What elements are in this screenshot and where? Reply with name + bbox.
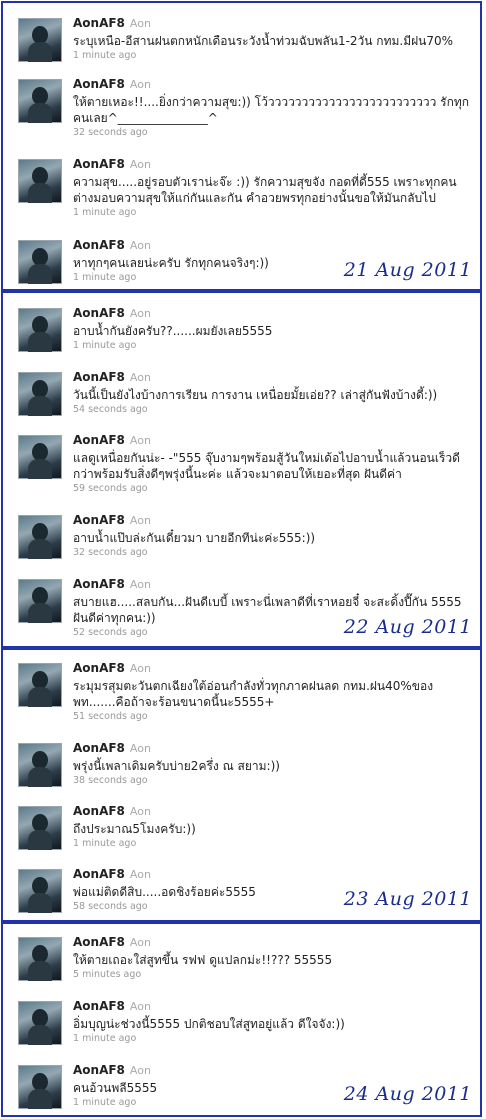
- user-handle: Aon: [129, 307, 151, 320]
- panel-24-aug: AonAF8 Aon ให้ตายเถอะใส่สูทขึ้น รฟฟ ดูแปล…: [1, 922, 482, 1117]
- tweet-text: ความสุข.....อยู่รอบตัวเราน่ะจ๊ะ :)) รักค…: [73, 175, 457, 205]
- tweet-text: ให้ตายเถอะใส่สูทขึ้น รฟฟ ดูแปลกม่ะ!!??? …: [73, 953, 333, 967]
- tweet-time[interactable]: 1 minute ago: [73, 339, 473, 352]
- user-handle: Aon: [129, 742, 151, 755]
- avatar[interactable]: [18, 372, 62, 416]
- user-name[interactable]: AonAF8: [73, 867, 125, 881]
- user-handle: Aon: [129, 239, 151, 252]
- user-handle: Aon: [129, 1000, 151, 1013]
- user-handle: Aon: [129, 17, 151, 30]
- user-name[interactable]: AonAF8: [73, 77, 125, 91]
- avatar[interactable]: [18, 1001, 62, 1045]
- tweet-text: แลดูเหนื่อยกันน่ะ- -"555 จุ๊บงามๆพร้อมสู…: [73, 451, 460, 481]
- tweet-time[interactable]: 59 seconds ago: [73, 482, 473, 495]
- avatar[interactable]: [18, 937, 62, 981]
- user-handle: Aon: [129, 371, 151, 384]
- user-handle: Aon: [129, 1064, 151, 1077]
- tweet-time[interactable]: 32 seconds ago: [73, 126, 473, 139]
- avatar[interactable]: [18, 743, 62, 787]
- tweet-time[interactable]: 1 minute ago: [73, 206, 473, 219]
- user-name[interactable]: AonAF8: [73, 999, 125, 1013]
- user-name[interactable]: AonAF8: [73, 1063, 125, 1077]
- avatar[interactable]: [18, 18, 62, 62]
- panel-23-aug: AonAF8 Aon ระมุมรสุมตะวันตกเฉียงใต้อ่อนกำ…: [1, 648, 482, 922]
- tweet-text: อิ่มบุญน่ะช่วงนี้5555 ปกติชอบใส่สูทอยู่แ…: [73, 1017, 345, 1031]
- tweet-time[interactable]: 38 seconds ago: [73, 774, 473, 787]
- tweet-time[interactable]: 51 seconds ago: [73, 710, 473, 723]
- tweet-time[interactable]: 32 seconds ago: [73, 546, 473, 559]
- tweet-time[interactable]: 5 minutes ago: [73, 968, 473, 981]
- tweet-text: อาบน้ำกันยังครับ??......ผมยังเลย5555: [73, 324, 273, 338]
- panel-21-aug: AonAF8 Aon ระบุเหนือ-อีสานฝนตกหนักเดือนระ…: [1, 1, 482, 291]
- tweet-text: ให้ตายเหอะ!!....ยิ่งกว่าความสุข:)) โว้วว…: [73, 95, 470, 125]
- tweet-text: ระมุมรสุมตะวันตกเฉียงใต้อ่อนกำลังทั่วทุก…: [73, 679, 434, 709]
- date-stamp: 22 Aug 2011: [343, 616, 472, 638]
- user-handle: Aon: [129, 434, 151, 447]
- user-handle: Aon: [129, 78, 151, 91]
- user-name[interactable]: AonAF8: [73, 157, 125, 171]
- tweet-time[interactable]: 1 minute ago: [73, 837, 473, 850]
- tweet-text: วันนี้เป็นยังไงบ้างการเรียน การงาน เหนื่…: [73, 388, 438, 402]
- avatar[interactable]: [18, 579, 62, 623]
- avatar[interactable]: [18, 663, 62, 707]
- user-name[interactable]: AonAF8: [73, 433, 125, 447]
- tweet-text: ระบุเหนือ-อีสานฝนตกหนักเดือนระวังน้ำท่วม…: [73, 34, 454, 48]
- user-handle: Aon: [129, 578, 151, 591]
- tweet-text: พรุ่งนี้เพลาเดิมครับบ่าย2ครึ่ง ณ สยาม:)): [73, 759, 280, 773]
- user-name[interactable]: AonAF8: [73, 238, 125, 252]
- user-name[interactable]: AonAF8: [73, 804, 125, 818]
- user-name[interactable]: AonAF8: [73, 935, 125, 949]
- date-stamp: 24 Aug 2011: [343, 1083, 472, 1105]
- avatar[interactable]: [18, 869, 62, 913]
- avatar[interactable]: [18, 159, 62, 203]
- date-stamp: 23 Aug 2011: [343, 888, 472, 910]
- avatar[interactable]: [18, 435, 62, 479]
- user-name[interactable]: AonAF8: [73, 306, 125, 320]
- avatar[interactable]: [18, 515, 62, 559]
- user-name[interactable]: AonAF8: [73, 370, 125, 384]
- user-handle: Aon: [129, 158, 151, 171]
- avatar[interactable]: [18, 79, 62, 123]
- tweet-time[interactable]: 1 minute ago: [73, 49, 473, 62]
- avatar[interactable]: [18, 308, 62, 352]
- tweet-time[interactable]: 54 seconds ago: [73, 403, 473, 416]
- user-name[interactable]: AonAF8: [73, 16, 125, 30]
- avatar[interactable]: [18, 1065, 62, 1109]
- panel-22-aug: AonAF8 Aon อาบน้ำกันยังครับ??......ผมยังเ…: [1, 291, 482, 648]
- avatar[interactable]: [18, 240, 62, 284]
- date-stamp: 21 Aug 2011: [343, 259, 472, 281]
- user-handle: Aon: [129, 514, 151, 527]
- avatar[interactable]: [18, 806, 62, 850]
- user-handle: Aon: [129, 805, 151, 818]
- user-handle: Aon: [129, 868, 151, 881]
- tweet-text: ถึงประมาณ5โมงครับ:)): [73, 822, 196, 836]
- user-handle: Aon: [129, 936, 151, 949]
- user-name[interactable]: AonAF8: [73, 513, 125, 527]
- tweet-time[interactable]: 1 minute ago: [73, 1032, 473, 1045]
- user-name[interactable]: AonAF8: [73, 741, 125, 755]
- user-handle: Aon: [129, 662, 151, 675]
- user-name[interactable]: AonAF8: [73, 577, 125, 591]
- user-name[interactable]: AonAF8: [73, 661, 125, 675]
- tweet-text: อาบน้ำแป๊บล่ะกันเดี๋ยวมา บายอีกทีน่ะค่ะ5…: [73, 531, 316, 545]
